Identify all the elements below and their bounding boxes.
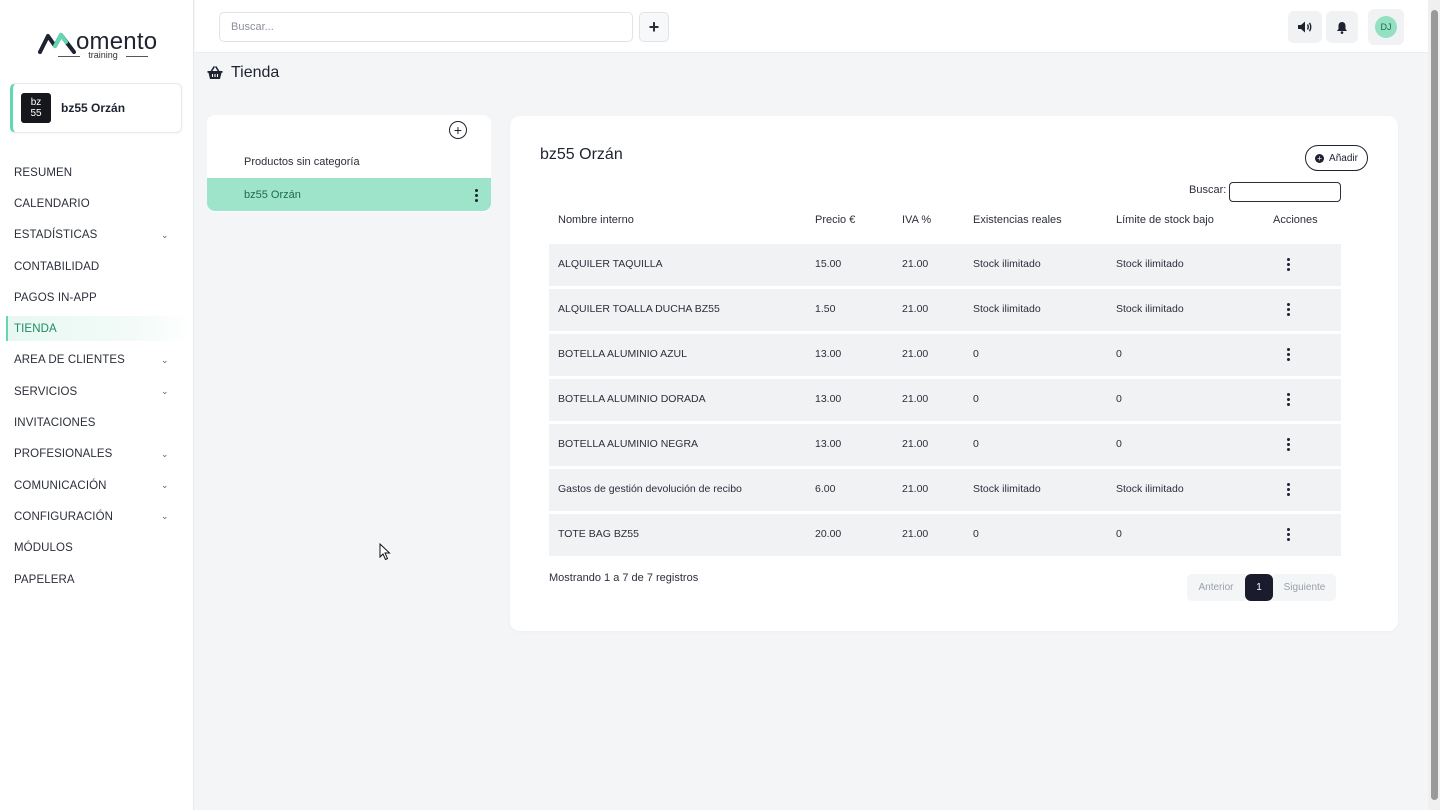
table-row[interactable]: BOTELLA ALUMINIO DORADA 13.00 21.00 0 0	[549, 379, 1341, 421]
scrollbar-thumb[interactable]	[1431, 10, 1438, 800]
sidebar-item-modulos[interactable]: MÓDULOS	[0, 533, 194, 564]
page-header: Tienda	[207, 64, 279, 82]
row-actions-icon[interactable]	[1287, 393, 1290, 406]
table-row[interactable]: BOTELLA ALUMINIO AZUL 13.00 21.00 0 0	[549, 334, 1341, 376]
table-info: Mostrando 1 a 7 de 7 registros	[549, 572, 699, 584]
sidebar-item-tienda[interactable]: TIENDA	[0, 313, 194, 344]
topbar: + DJ	[195, 0, 1428, 53]
notifications-button[interactable]	[1326, 11, 1358, 43]
sidebar-item-profesionales[interactable]: PROFESIONALES ⌄	[0, 439, 194, 470]
previous-page-button[interactable]: Anterior	[1187, 574, 1245, 601]
products-card: bz55 Orzán + Añadir Buscar: Nombre inter…	[510, 116, 1398, 631]
brand-logo[interactable]: omento training	[38, 28, 158, 64]
sidebar-item-servicios[interactable]: SERVICIOS ⌄	[0, 376, 194, 407]
table-row[interactable]: TOTE BAG BZ55 20.00 21.00 0 0	[549, 514, 1341, 556]
page-1-button[interactable]: 1	[1245, 574, 1273, 601]
category-item-uncategorized[interactable]: Productos sin categoría	[207, 145, 491, 178]
sidebar-nav: RESUMEN CALENDARIO ESTADÍSTICAS ⌄ CONTABI…	[0, 157, 194, 595]
kebab-menu-icon[interactable]	[475, 189, 478, 202]
sidebar-item-pagos-in-app[interactable]: PAGOS IN-APP	[0, 282, 194, 313]
account-logo: bz 55	[21, 93, 51, 123]
table-header: Nombre interno Precio € IVA % Existencia…	[549, 214, 1341, 232]
column-header: Acciones	[1273, 214, 1318, 226]
table-search-label: Buscar:	[1189, 184, 1227, 196]
plus-icon: +	[453, 122, 463, 138]
account-switcher[interactable]: bz 55 bz55 Orzán	[10, 83, 182, 133]
table-row[interactable]: ALQUILER TAQUILLA 15.00 21.00 Stock ilimita…	[549, 244, 1341, 286]
sidebar-item-calendario[interactable]: CALENDARIO	[0, 188, 194, 219]
column-header[interactable]: IVA %	[902, 214, 931, 226]
sidebar-item-configuracion[interactable]: CONFIGURACIÓN ⌄	[0, 501, 194, 532]
table-row[interactable]: BOTELLA ALUMINIO NEGRA 13.00 21.00 0 0	[549, 424, 1341, 466]
sidebar-item-resumen[interactable]: RESUMEN	[0, 157, 194, 188]
row-actions-icon[interactable]	[1287, 303, 1290, 316]
sidebar-item-estadisticas[interactable]: ESTADÍSTICAS ⌄	[0, 220, 194, 251]
add-circle-icon: +	[1315, 153, 1325, 163]
brand-subtitle: training	[58, 50, 148, 60]
column-header[interactable]: Nombre interno	[558, 214, 634, 226]
sidebar: omento training bz 55 bz55 Orzán RESUMEN…	[0, 0, 194, 810]
row-actions-icon[interactable]	[1287, 258, 1290, 271]
category-item-selected[interactable]: bz55 Orzán	[207, 178, 491, 211]
table-row[interactable]: Gastos de gestión devolución de recibo 6.…	[549, 469, 1341, 511]
plus-icon: +	[648, 16, 660, 37]
page-title: Tienda	[231, 64, 280, 81]
add-category-button[interactable]: +	[449, 121, 467, 139]
account-name: bz55 Orzán	[61, 101, 126, 115]
sidebar-item-invitaciones[interactable]: INVITACIONES	[0, 407, 194, 438]
chevron-down-icon: ⌄	[161, 448, 169, 459]
next-page-button[interactable]: Siguiente	[1273, 574, 1336, 601]
card-title: bz55 Orzán	[540, 146, 623, 163]
quick-add-button[interactable]: +	[639, 12, 669, 42]
chevron-down-icon: ⌄	[161, 511, 169, 522]
category-panel: + Productos sin categoría bz55 Orzán	[207, 115, 491, 212]
chevron-down-icon: ⌄	[161, 354, 169, 365]
column-header[interactable]: Límite de stock bajo	[1116, 214, 1214, 226]
table-search-input[interactable]	[1229, 182, 1341, 202]
sidebar-item-contabilidad[interactable]: CONTABILIDAD	[0, 251, 194, 282]
row-actions-icon[interactable]	[1287, 528, 1290, 541]
avatar: DJ	[1375, 16, 1397, 38]
user-menu-button[interactable]: DJ	[1368, 9, 1404, 45]
pagination: Anterior 1 Siguiente	[1187, 574, 1336, 601]
speaker-icon	[1298, 21, 1312, 33]
add-product-button[interactable]: + Añadir	[1305, 145, 1368, 171]
table-row[interactable]: ALQUILER TOALLA DUCHA BZ55 1.50 21.00 Stock…	[549, 289, 1341, 331]
chevron-down-icon: ⌄	[161, 386, 169, 397]
search-input[interactable]	[219, 12, 633, 42]
column-header[interactable]: Existencias reales	[973, 214, 1062, 226]
mouse-cursor-icon	[379, 543, 391, 561]
sidebar-item-comunicacion[interactable]: COMUNICACIÓN ⌄	[0, 470, 194, 501]
sidebar-item-papelera[interactable]: PAPELERA	[0, 564, 194, 595]
row-actions-icon[interactable]	[1287, 348, 1290, 361]
row-actions-icon[interactable]	[1287, 483, 1290, 496]
basket-icon	[207, 66, 223, 79]
sidebar-item-area-de-clientes[interactable]: AREA DE CLIENTES ⌄	[0, 345, 194, 376]
chevron-down-icon: ⌄	[161, 229, 169, 240]
sound-button[interactable]	[1288, 11, 1322, 43]
column-header[interactable]: Precio €	[815, 214, 855, 226]
bell-icon	[1337, 21, 1347, 34]
row-actions-icon[interactable]	[1287, 438, 1290, 451]
chevron-down-icon: ⌄	[161, 479, 169, 490]
